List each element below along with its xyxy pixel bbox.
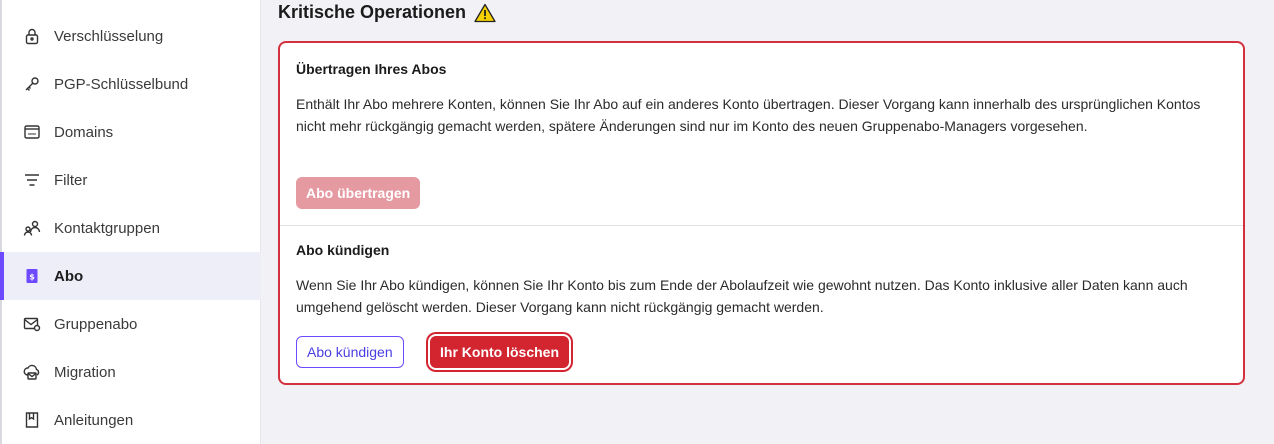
settings-sidebar: Verschlüsselung PGP-Schlüsselbund Domain…	[0, 0, 261, 444]
migration-icon	[22, 362, 42, 382]
contact-groups-icon	[22, 218, 42, 238]
cancel-subscription-section: Abo kündigen Wenn Sie Ihr Abo kündigen, …	[280, 226, 1243, 385]
sidebar-item-guides[interactable]: Anleitungen	[2, 396, 261, 444]
key-icon	[22, 74, 42, 94]
cancel-description: Wenn Sie Ihr Abo kündigen, können Sie Ih…	[296, 277, 1188, 315]
transfer-subscription-button[interactable]: Abo übertragen	[296, 177, 421, 209]
cancel-subscription-button[interactable]: Abo kündigen	[296, 336, 404, 368]
main-content: Kritische Operationen Übertragen Ihres A…	[262, 0, 1274, 444]
lock-icon	[22, 26, 42, 46]
sidebar-item-pgp-keyring[interactable]: PGP-Schlüsselbund	[2, 60, 261, 108]
section-title-text: Kritische Operationen	[278, 2, 467, 22]
transfer-description: Enthält Ihr Abo mehrere Konten, können S…	[296, 96, 1201, 134]
sidebar-item-subscription[interactable]: $ Abo	[0, 252, 261, 300]
sidebar-item-label: Filter	[54, 171, 88, 189]
warning-icon	[474, 3, 496, 23]
transfer-subscription-section: Übertragen Ihres Abos Enthält Ihr Abo me…	[280, 43, 1243, 226]
sidebar-item-group-subscription[interactable]: Gruppenabo	[2, 300, 261, 348]
sidebar-item-label: Migration	[54, 363, 116, 381]
sidebar-item-label: Anleitungen	[54, 411, 134, 429]
svg-text:$: $	[29, 273, 35, 282]
sidebar-item-domains[interactable]: Domains	[2, 108, 261, 156]
group-mail-icon	[22, 314, 42, 334]
sidebar-item-label: Abo	[54, 267, 84, 285]
sidebar-item-filter[interactable]: Filter	[2, 156, 261, 204]
sidebar-item-migration[interactable]: Migration	[2, 348, 261, 396]
sidebar-item-label: Verschlüsselung	[54, 27, 164, 45]
section-title: Kritische Operationen	[278, 2, 496, 23]
sidebar-item-label: Domains	[54, 123, 114, 141]
filter-icon	[22, 170, 42, 190]
critical-operations-card: Übertragen Ihres Abos Enthält Ihr Abo me…	[278, 41, 1245, 385]
sidebar-item-label: Gruppenabo	[54, 315, 138, 333]
delete-account-button[interactable]: Ihr Konto löschen	[430, 336, 569, 368]
cancel-heading: Abo kündigen	[296, 242, 390, 258]
subscription-icon: $	[22, 266, 42, 286]
sidebar-item-contact-groups[interactable]: Kontaktgruppen	[2, 204, 261, 252]
sidebar-item-label: Kontaktgruppen	[54, 219, 160, 237]
sidebar-item-encryption[interactable]: Verschlüsselung	[2, 12, 261, 60]
domain-icon	[22, 122, 42, 142]
book-icon	[22, 410, 42, 430]
sidebar-item-label: PGP-Schlüsselbund	[54, 75, 189, 93]
transfer-heading: Übertragen Ihres Abos	[296, 61, 447, 77]
